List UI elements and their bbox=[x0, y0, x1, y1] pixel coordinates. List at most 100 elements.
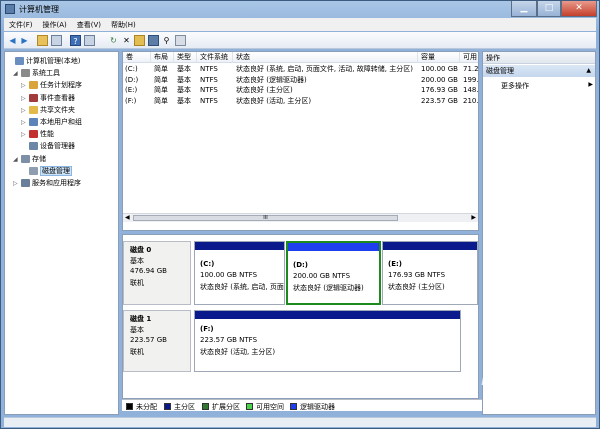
maximize-button[interactable]: □ bbox=[537, 1, 561, 17]
search-icon[interactable]: ⚲ bbox=[161, 35, 172, 46]
minimize-button[interactable]: ▁ bbox=[511, 1, 537, 17]
expand-toggle-icon[interactable]: ▷ bbox=[21, 129, 29, 140]
view-icon[interactable] bbox=[175, 35, 186, 46]
expand-toggle-icon[interactable]: ▷ bbox=[13, 178, 21, 189]
volume-cell: 状态良好 (逻辑驱动器) bbox=[236, 75, 307, 84]
scroll-left-arrow[interactable]: ◀ bbox=[125, 214, 130, 221]
col-capacity[interactable]: 容量 bbox=[418, 52, 460, 63]
partition-f-status: 状态良好 (活动, 主分区) bbox=[200, 348, 276, 356]
tree-item-users[interactable]: ▷ 本地用户和组 bbox=[21, 117, 82, 128]
volume-list: 卷 布局 类型 文件系统 状态 容量 可用 (C:) 简单 基本 NTFS 状态良好 (… bbox=[122, 51, 479, 231]
scroll-right-arrow[interactable]: ▶ bbox=[471, 214, 476, 221]
col-type[interactable]: 类型 bbox=[174, 52, 197, 63]
volume-row[interactable]: (F:) 简单 基本 NTFS 状态良好 (活动, 主分区) 223.57 GB 210. bbox=[123, 97, 478, 106]
volume-cell: 200.00 GB bbox=[421, 75, 458, 84]
volume-cell: (E:) bbox=[125, 86, 138, 94]
volume-cell: 148. bbox=[463, 86, 479, 94]
more-actions-label: 更多操作 bbox=[501, 82, 529, 90]
legend-unallocated: 未分配 bbox=[126, 402, 157, 412]
volume-cell: 基本 bbox=[177, 86, 191, 94]
partition-c[interactable]: (C:) 100.00 GB NTFS 状态良好 (系统, 启动, 页面 bbox=[194, 241, 285, 305]
open-icon[interactable] bbox=[134, 35, 145, 46]
tree-item-shared-folder[interactable]: ▷ 共享文件夹 bbox=[21, 105, 75, 116]
menu-view[interactable]: 查看(V) bbox=[72, 18, 106, 32]
expand-toggle-icon[interactable]: ▷ bbox=[21, 80, 29, 91]
volume-row[interactable]: (C:) 简单 基本 NTFS 状态良好 (系统, 启动, 页面文件, 活动, 故障转储… bbox=[123, 65, 478, 74]
disk-0-label[interactable]: 磁盘 0 基本 476.94 GB 联机 bbox=[123, 241, 191, 305]
legend-extended: 扩展分区 bbox=[202, 402, 240, 412]
tree-item-computer[interactable]: 计算机管理(本地) bbox=[7, 56, 80, 67]
expand-toggle-icon[interactable]: ▷ bbox=[21, 93, 29, 104]
disk-1-status: 联机 bbox=[130, 348, 144, 356]
col-free[interactable]: 可用 bbox=[460, 52, 478, 63]
tree-item-clock[interactable]: ▷ 任务计划程序 bbox=[21, 80, 82, 91]
shared-folder-icon bbox=[29, 105, 38, 114]
expand-toggle-icon[interactable]: ▷ bbox=[21, 117, 29, 128]
expand-toggle-icon[interactable]: ◢ bbox=[13, 154, 21, 165]
more-actions-item[interactable]: 更多操作 ▶ bbox=[501, 81, 593, 92]
volume-row[interactable]: (E:) 简单 基本 NTFS 状态良好 (主分区) 176.93 GB 148. bbox=[123, 86, 478, 95]
tree-item-tools[interactable]: ◢ 系统工具 bbox=[13, 68, 60, 79]
tree-item-storage[interactable]: ◢ 存储 bbox=[13, 154, 46, 165]
tree-item-label: 系统工具 bbox=[32, 69, 60, 78]
volume-cell: 199. bbox=[463, 75, 479, 84]
computer-icon bbox=[15, 57, 24, 65]
scroll-thumb[interactable]: III bbox=[133, 215, 398, 221]
horizontal-scrollbar[interactable]: ◀ III ▶ bbox=[123, 213, 478, 222]
partition-d[interactable]: (D:) 200.00 GB NTFS 状态良好 (逻辑驱动器) bbox=[286, 241, 381, 305]
volume-cell: 基本 bbox=[177, 65, 191, 73]
partition-d-size: 200.00 GB NTFS bbox=[293, 272, 351, 280]
legend-free-space: 可用空间 bbox=[246, 402, 284, 412]
volume-cell: (C:) bbox=[125, 65, 138, 73]
partition-d-status: 状态良好 (逻辑驱动器) bbox=[293, 284, 364, 292]
app-icon bbox=[5, 4, 15, 14]
refresh-icon[interactable]: ↻ bbox=[108, 35, 119, 46]
collapse-up-icon[interactable]: ▲ bbox=[586, 65, 591, 77]
partition-f-bar bbox=[195, 311, 460, 319]
actions-section-disk-management[interactable]: 磁盘管理 ▲ bbox=[483, 65, 595, 77]
disk-0-type: 基本 bbox=[130, 257, 144, 265]
menu-help[interactable]: 帮助(H) bbox=[106, 18, 141, 32]
tree-item-performance[interactable]: ▷ 性能 bbox=[21, 129, 54, 140]
console-tree-icon[interactable] bbox=[51, 35, 62, 46]
volume-cell: 基本 bbox=[177, 96, 191, 105]
volume-cell: 简单 bbox=[154, 75, 168, 84]
menu-action[interactable]: 操作(A) bbox=[38, 18, 72, 32]
up-folder-icon[interactable] bbox=[37, 35, 48, 46]
volume-row[interactable]: (D:) 简单 基本 NTFS 状态良好 (逻辑驱动器) 200.00 GB 199. bbox=[123, 76, 478, 85]
close-button[interactable]: ✕ bbox=[561, 1, 597, 17]
tree-item-label: 设备管理器 bbox=[40, 142, 75, 151]
window-title: 计算机管理 bbox=[19, 5, 59, 14]
volume-cell: 状态良好 (系统, 启动, 页面文件, 活动, 故障转储, 主分区) bbox=[236, 65, 413, 73]
partition-e-label: (E:) bbox=[388, 260, 402, 268]
properties-icon[interactable] bbox=[84, 35, 95, 46]
title-bar: 计算机管理 ▁ □ ✕ bbox=[1, 1, 599, 17]
tree-item-label: 事件查看器 bbox=[40, 93, 75, 102]
disk-1-label[interactable]: 磁盘 1 基本 223.57 GB 联机 bbox=[123, 310, 191, 372]
help-icon[interactable]: ? bbox=[70, 35, 81, 46]
tree-item-services[interactable]: ▷ 服务和应用程序 bbox=[13, 178, 81, 189]
col-layout[interactable]: 布局 bbox=[151, 52, 174, 63]
tree-item-device-manager[interactable]: 设备管理器 bbox=[21, 141, 75, 152]
expand-toggle-icon[interactable]: ◢ bbox=[13, 68, 21, 79]
save-icon[interactable] bbox=[148, 35, 159, 46]
disk-1-size: 223.57 GB bbox=[130, 336, 167, 344]
tree-item-disk-management[interactable]: 磁盘管理 bbox=[21, 165, 72, 177]
col-status[interactable]: 状态 bbox=[233, 52, 418, 63]
disk-management-icon bbox=[29, 166, 38, 175]
menu-file[interactable]: 文件(F) bbox=[4, 18, 38, 32]
partition-f[interactable]: (F:) 223.57 GB NTFS 状态良好 (活动, 主分区) bbox=[194, 310, 461, 372]
forward-icon[interactable]: ▶ bbox=[19, 35, 30, 46]
disk-view: 磁盘 0 基本 476.94 GB 联机 (C:) 100.00 GB NTFS… bbox=[122, 234, 479, 399]
col-filesystem[interactable]: 文件系统 bbox=[197, 52, 233, 63]
storage-icon bbox=[21, 154, 30, 163]
partition-d-bar bbox=[288, 243, 379, 251]
partition-e[interactable]: (E:) 176.93 GB NTFS 状态良好 (主分区) bbox=[382, 241, 478, 305]
tree-item-event-viewer[interactable]: ▷ 事件查看器 bbox=[21, 93, 75, 104]
col-volume[interactable]: 卷 bbox=[123, 52, 151, 63]
back-icon[interactable]: ◀ bbox=[7, 35, 18, 46]
expand-toggle-icon[interactable]: ▷ bbox=[21, 105, 29, 116]
actions-section-label: 磁盘管理 bbox=[486, 67, 514, 75]
users-icon bbox=[29, 118, 38, 126]
delete-icon[interactable]: ✕ bbox=[121, 35, 132, 46]
